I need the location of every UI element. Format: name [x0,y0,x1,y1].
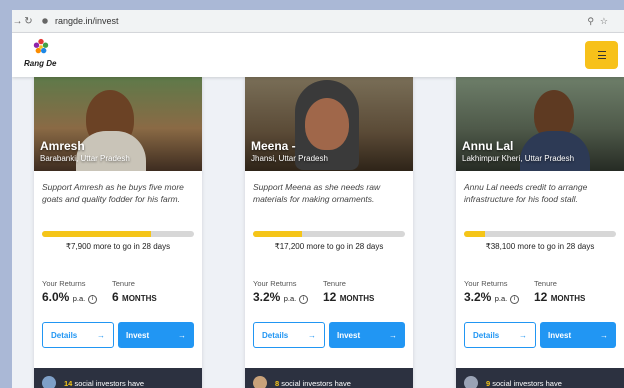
borrower-location: Jhansi, Uttar Pradesh [251,154,328,163]
loan-card: Meena - Jhansi, Uttar Pradesh Support Me… [245,76,413,388]
amount-to-go: ₹38,100 more to go in 28 days [485,242,595,251]
loan-card: Annu Lal Lakhimpur Kheri, Uttar Pradesh … [456,76,624,388]
star-icon[interactable]: ⚲☆ [587,16,614,27]
invest-button[interactable]: Invest → [118,322,194,348]
hamburger-icon [597,51,606,59]
investor-avatar [464,376,478,388]
borrower-photo: Annu Lal Lakhimpur Kheri, Uttar Pradesh [456,76,624,171]
funding-progress-bar [253,231,405,237]
amount-to-go: ₹7,900 more to go in 28 days [65,242,171,251]
borrower-name: Amresh [40,139,85,153]
url-text[interactable]: rangde.in/invest [55,16,587,26]
amount-to-go: ₹17,200 more to go in 28 days [274,242,384,251]
loan-card-list: Amresh Barabanki, Uttar Pradesh Support … [12,76,624,388]
arrow-left-icon[interactable]: → [12,16,23,27]
borrower-photo: Meena - Jhansi, Uttar Pradesh [245,76,413,171]
loan-description: Support Amresh as he buys five more goat… [42,182,184,204]
investors-strip: 9 social investors have [456,368,624,388]
invest-button[interactable]: Invest → [540,322,616,348]
details-button[interactable]: Details → [464,322,536,348]
investors-strip: 14 social investors have [34,368,202,388]
loan-description: Support Meena as she needs raw materials… [253,182,381,204]
reload-icon[interactable]: ↻ [23,16,34,27]
lock-icon [42,18,48,24]
logo-text: Rang De [24,59,57,68]
info-icon[interactable]: i [510,295,520,304]
arrow-right-icon: → [389,330,397,340]
arrow-right-icon: → [97,330,105,340]
borrower-name: Meena - [251,139,296,153]
arrow-right-icon: → [600,330,608,340]
menu-button[interactable] [585,41,618,69]
returns-stat: Your Returns 3.2% p.a. i [253,279,323,304]
tenure-stat: Tenure 12 MONTHS [323,279,375,304]
tenure-stat: Tenure 12 MONTHS [534,279,586,304]
returns-stat: Your Returns 6.0% p.a. i [42,279,112,304]
investors-strip: 8 social investors have [245,368,413,388]
investor-avatar [253,376,267,388]
arrow-right-icon: → [178,330,186,340]
arrow-right-icon: → [308,330,316,340]
borrower-location: Lakhimpur Kheri, Uttar Pradesh [462,154,575,163]
borrower-name: Annu Lal [462,139,514,153]
info-icon[interactable]: i [299,295,309,304]
info-icon[interactable]: i [88,295,98,304]
address-bar: → ↻ rangde.in/invest ⚲☆ [12,10,624,33]
site-logo[interactable]: Rang De [24,38,58,72]
logo-flower-icon [33,38,49,54]
site-header: Rang De [12,33,624,77]
browser-window: → ↻ rangde.in/invest ⚲☆ Rang De Amresh B… [12,10,624,388]
returns-stat: Your Returns 3.2% p.a. i [464,279,534,304]
tenure-stat: Tenure 6 MONTHS [112,279,157,304]
funding-progress-bar [42,231,194,237]
details-button[interactable]: Details → [253,322,325,348]
borrower-photo: Amresh Barabanki, Uttar Pradesh [34,76,202,171]
loan-description: Annu Lal needs credit to arrange infrast… [464,182,588,204]
funding-progress-bar [464,231,616,237]
invest-button[interactable]: Invest → [329,322,405,348]
details-button[interactable]: Details → [42,322,114,348]
loan-card: Amresh Barabanki, Uttar Pradesh Support … [34,76,202,388]
arrow-right-icon: → [519,330,527,340]
investor-avatar [42,376,56,388]
borrower-location: Barabanki, Uttar Pradesh [40,154,130,163]
